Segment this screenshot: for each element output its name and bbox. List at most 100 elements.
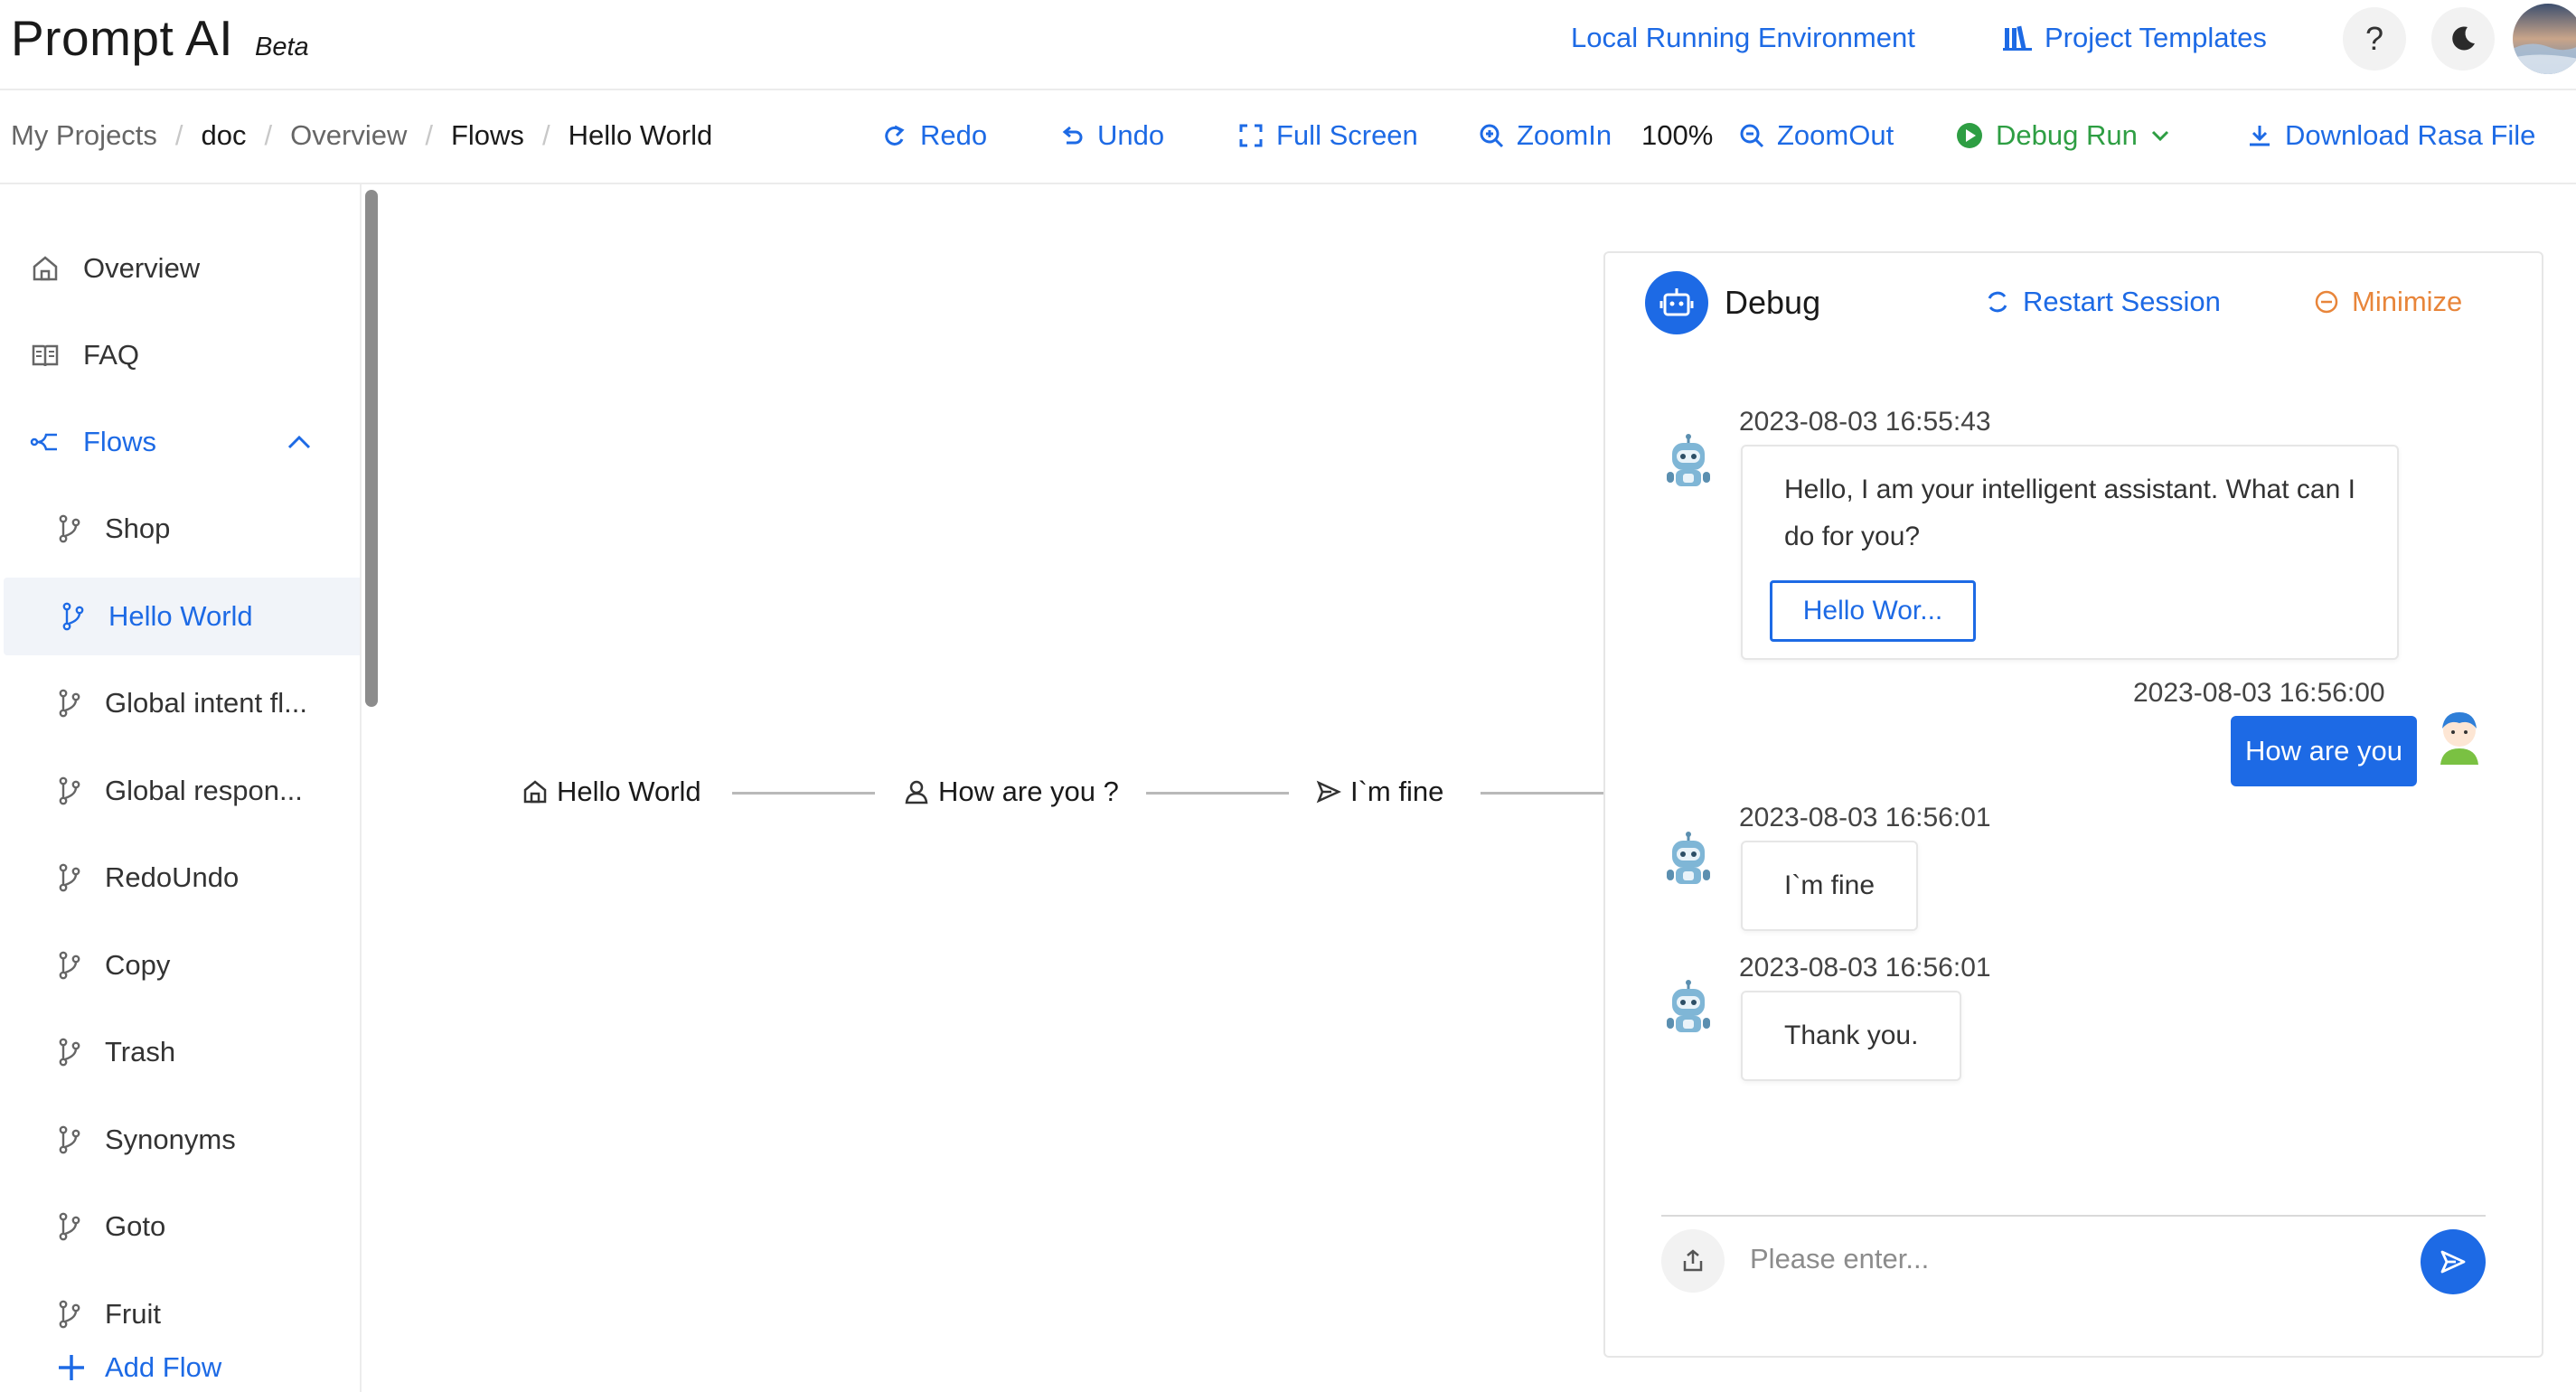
bot-message: Thank you. <box>1741 991 1962 1081</box>
user-icon <box>904 779 929 804</box>
bot-avatar-icon <box>1663 434 1714 492</box>
bot-avatar-icon <box>1663 980 1714 1038</box>
app-logo-text[interactable]: Prompt AI <box>11 9 233 67</box>
sidebar-item-flow[interactable]: Synonyms <box>0 1101 360 1179</box>
breadcrumb-flows[interactable]: Flows <box>451 119 524 152</box>
sidebar-item-flow[interactable]: Trash <box>0 1013 360 1091</box>
book-icon <box>27 341 63 370</box>
sidebar-item-label: Overview <box>83 252 201 284</box>
zoom-in-button[interactable]: ZoomIn <box>1479 119 1612 152</box>
dark-mode-toggle[interactable] <box>2431 7 2495 71</box>
sidebar-item-label: FAQ <box>83 339 140 371</box>
chat-message-input[interactable] <box>1748 1233 2384 1285</box>
minimize-button[interactable]: Minimize <box>2314 286 2462 318</box>
sidebar-item-flows[interactable]: Flows <box>27 403 360 481</box>
project-templates-link[interactable]: Project Templates <box>2003 22 2267 54</box>
branch-icon <box>56 1212 83 1241</box>
branch-icon <box>56 951 83 980</box>
sidebar-item-flow[interactable]: Global respon... <box>0 752 360 830</box>
node-label: I`m fine <box>1350 776 1444 807</box>
sidebar-item-flow[interactable]: Goto <box>0 1188 360 1265</box>
redo-button[interactable]: Redo <box>882 119 987 152</box>
flow-node-user[interactable]: How are you ? <box>904 776 1119 808</box>
breadcrumb-separator: / <box>264 119 273 151</box>
message-text: Hello, I am your intelligent assistant. … <box>1784 475 2355 551</box>
home-icon <box>27 254 63 283</box>
sidebar-item-label: Goto <box>105 1210 166 1242</box>
library-icon <box>2003 24 2032 52</box>
sidebar-item-flow[interactable]: RedoUndo <box>0 839 360 917</box>
send-icon <box>2439 1247 2468 1276</box>
help-button[interactable]: ? <box>2343 7 2406 71</box>
message-text: Thank you. <box>1784 1020 1919 1050</box>
bot-message: I`m fine <box>1741 841 1919 931</box>
flow-node-bot-reply[interactable]: I`m fine <box>1316 776 1443 808</box>
bot-message: Hello, I am your intelligent assistant. … <box>1741 445 2399 660</box>
message-text: I`m fine <box>1784 870 1876 900</box>
restart-session-label: Restart Session <box>2023 286 2221 317</box>
debug-title: Debug <box>1725 284 1821 321</box>
breadcrumb-separator: / <box>541 119 550 151</box>
message-timestamp: 2023-08-03 16:56:00 <box>2133 678 2385 708</box>
branch-icon <box>56 514 83 543</box>
breadcrumb-overview[interactable]: Overview <box>290 119 407 152</box>
breadcrumb-my-projects[interactable]: My Projects <box>11 119 157 152</box>
sidebar-item-flow[interactable]: Global intent fl... <box>0 664 360 742</box>
local-env-label: Local Running Environment <box>1571 22 1915 53</box>
home-icon <box>522 779 548 804</box>
download-icon <box>2247 123 2272 148</box>
zoom-out-button[interactable]: ZoomOut <box>1739 119 1894 152</box>
branch-icon <box>56 1300 83 1329</box>
branch-icon <box>56 1125 83 1154</box>
upload-button[interactable] <box>1661 1229 1725 1293</box>
node-label: Hello World <box>557 776 701 807</box>
breadcrumb-doc[interactable]: doc <box>202 119 247 152</box>
undo-button[interactable]: Undo <box>1059 119 1164 152</box>
debug-run-label: Debug Run <box>1996 119 2138 151</box>
sidebar-scrollbar[interactable] <box>365 190 378 707</box>
plus-icon <box>56 1352 87 1383</box>
redo-icon <box>882 123 907 148</box>
full-screen-label: Full Screen <box>1276 119 1418 151</box>
branch-icon <box>60 602 87 631</box>
sidebar-item-flow[interactable]: Shop <box>0 490 360 568</box>
message-timestamp: 2023-08-03 16:56:01 <box>1739 803 1991 832</box>
zoom-out-label: ZoomOut <box>1777 119 1894 151</box>
sidebar-item-label: Hello World <box>108 599 253 632</box>
restart-session-button[interactable]: Restart Session <box>1985 286 2221 318</box>
upload-icon <box>1680 1248 1706 1274</box>
sidebar-item-label: Synonyms <box>105 1123 236 1155</box>
add-flow-label: Add Flow <box>105 1351 222 1383</box>
flow-edge <box>1146 792 1289 795</box>
bot-avatar-icon <box>1663 832 1714 889</box>
zoom-out-icon <box>1739 123 1764 148</box>
add-flow-button[interactable]: Add Flow <box>56 1329 360 1392</box>
debug-run-dropdown[interactable]: Debug Run <box>1956 119 2170 152</box>
breadcrumb: My Projects / doc / Overview / Flows / H… <box>11 119 712 152</box>
sidebar-item-overview[interactable]: Overview <box>27 230 360 307</box>
play-icon <box>1956 122 1983 149</box>
flow-node-start[interactable]: Hello World <box>522 776 701 808</box>
user-message: How are you <box>2230 716 2417 786</box>
sidebar-item-label: RedoUndo <box>105 861 240 893</box>
download-rasa-file-button[interactable]: Download Rasa File <box>2247 119 2535 152</box>
branch-icon <box>56 776 83 805</box>
branch-icon <box>56 689 83 718</box>
sidebar-item-flow[interactable]: Copy <box>0 926 360 1004</box>
sidebar-item-flow[interactable]: Hello World <box>4 577 360 655</box>
local-running-environment-link[interactable]: Local Running Environment <box>1571 22 1915 54</box>
user-avatar[interactable] <box>2513 4 2576 74</box>
user-avatar-icon <box>2433 707 2486 765</box>
full-screen-button[interactable]: Full Screen <box>1238 119 1418 152</box>
chevron-up-icon[interactable] <box>286 428 313 456</box>
editor-toolbar: My Projects / doc / Overview / Flows / H… <box>0 90 2576 184</box>
send-button[interactable] <box>2421 1229 2486 1294</box>
branch-icon <box>56 1038 83 1067</box>
flow-edge <box>732 792 875 795</box>
message-timestamp: 2023-08-03 16:56:01 <box>1739 953 1991 983</box>
send-icon <box>1316 779 1341 804</box>
sidebar-item-faq[interactable]: FAQ <box>27 316 360 394</box>
breadcrumb-separator: / <box>174 119 183 151</box>
redo-label: Redo <box>920 119 988 151</box>
quick-reply-button[interactable]: Hello Wor... <box>1770 580 1976 642</box>
